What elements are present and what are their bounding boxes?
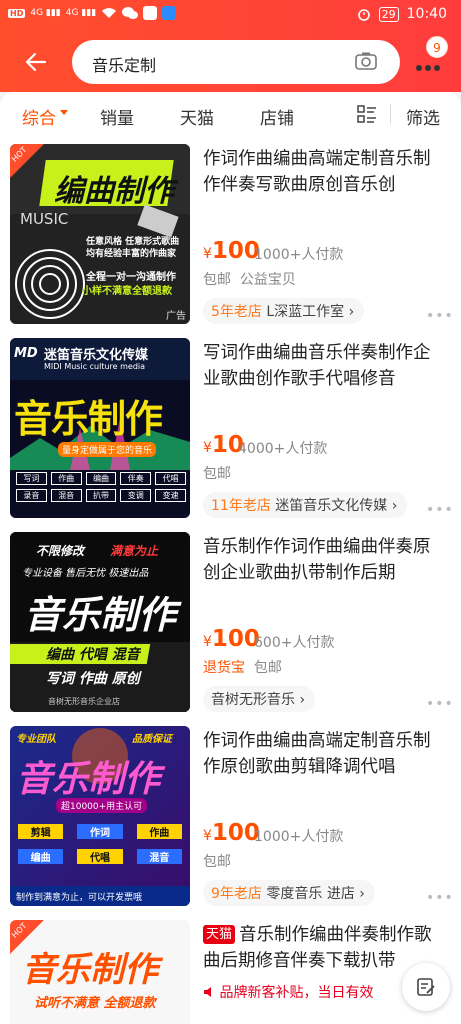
promo-text: 品牌新客补贴，当日有效 <box>203 982 373 1002</box>
product-card[interactable]: 不限修改 满意为止 专业设备 售后无忧 极速出品 音乐制作 编曲 代唱 混音 写… <box>0 526 461 720</box>
more-options-icon[interactable]: ••• <box>426 308 454 324</box>
tab-shops[interactable]: 店铺 <box>260 104 294 129</box>
sort-caret-icon <box>60 110 68 115</box>
more-options-icon[interactable]: ••• <box>426 696 454 712</box>
thumb-title: 编曲制作 <box>54 174 174 209</box>
filter-tabs: 综合 销量 天猫 店铺 筛选 <box>0 92 461 138</box>
thumb-brand-en: MIDI Music culture media <box>44 362 146 371</box>
more-options-icon[interactable]: ••• <box>426 890 454 906</box>
ad-label: 广告 <box>166 311 186 322</box>
product-card[interactable]: 编曲制作 MUSIC 任意风格 任意形式歌曲 均有经验丰富的作曲家 全程一对一沟… <box>0 138 461 332</box>
thumb-line: 均有经验丰富的作曲家 <box>86 249 177 259</box>
product-image[interactable]: 编曲制作 MUSIC 任意风格 任意形式歌曲 均有经验丰富的作曲家 全程一对一沟… <box>10 144 190 324</box>
thumb-title: 音乐制作 <box>24 593 177 637</box>
tab-filter[interactable]: 筛选 <box>406 104 440 129</box>
sales-count: 1000+人付款 <box>254 247 344 263</box>
search-input[interactable]: 音乐定制 <box>92 52 156 76</box>
tab-sales[interactable]: 销量 <box>100 104 134 129</box>
more-menu-icon[interactable] <box>416 56 446 71</box>
shop-link[interactable]: 9年老店 零度音乐 进店 › <box>203 880 375 906</box>
product-image[interactable]: MD 迷笛音乐文化传媒 MIDI Music culture media 音乐制… <box>10 338 190 518</box>
thumb-brand: 迷笛音乐文化传媒 <box>44 348 149 363</box>
tab-divider <box>390 104 391 124</box>
product-price: ¥100 <box>203 820 260 846</box>
thumb-subtitle: 量身定做属于您的音乐 <box>58 442 157 457</box>
thumb-service-grid: 剪辑 作词 作曲 编曲 代唱 混音 <box>18 824 182 864</box>
wifi-icon <box>102 8 117 18</box>
thumb-tag: 专业团队 <box>16 734 56 745</box>
brand-logo: MD <box>14 346 38 361</box>
status-bar: HD 4G ▮▮▮ 4G ▮▮▮ 29 10:40 <box>0 0 461 32</box>
product-image[interactable]: 专业团队 品质保证 音乐制作 超10000+用主认可 剪辑 作词 作曲 编曲 代… <box>10 726 190 906</box>
service-tags: 包邮 <box>203 466 231 482</box>
sales-count: 4000+人付款 <box>238 441 328 457</box>
product-image[interactable]: 不限修改 满意为止 专业设备 售后无忧 极速出品 音乐制作 编曲 代唱 混音 写… <box>10 532 190 712</box>
product-title[interactable]: 作词作曲编曲高端定制音乐制作伴奏写歌曲原创音乐创 <box>203 146 443 198</box>
product-title[interactable]: 音乐制作作词作曲编曲伴奏原创企业歌曲扒带制作后期 <box>203 534 443 586</box>
app-notification-icon <box>143 6 158 20</box>
list-layout-icon[interactable] <box>357 104 377 124</box>
back-arrow-icon[interactable] <box>24 50 48 74</box>
thumb-footer: 制作到满意为止，可以开发票哦 <box>16 893 143 903</box>
product-image[interactable]: 音乐制作 试听不满意 全额退款 HOT <box>10 920 190 1024</box>
service-tags: 包邮 <box>203 854 231 870</box>
battery-indicator: 29 <box>378 6 399 22</box>
hot-corner-badge: HOT <box>10 144 44 178</box>
thumb-line: 写词 作曲 原创 <box>46 671 140 687</box>
product-price: ¥100 <box>203 238 260 264</box>
thumb-badge: 超10000+用主认可 <box>56 798 148 813</box>
thumb-line: 音树无形音乐企业店 <box>48 697 120 706</box>
thumb-title: 音乐制作 <box>14 397 163 441</box>
edit-note-icon <box>417 978 435 996</box>
wechat-icon <box>122 7 139 19</box>
product-card[interactable]: MD 迷笛音乐文化传媒 MIDI Music culture media 音乐制… <box>0 332 461 526</box>
service-tags: 包邮 公益宝贝 <box>203 272 296 288</box>
product-card[interactable]: 音乐制作 试听不满意 全额退款 HOT 天猫 音乐制作编曲伴奏制作歌曲后期修音伴奏… <box>0 914 461 1024</box>
thumb-title: 音乐制作 <box>16 759 161 800</box>
search-bar[interactable]: 音乐定制 <box>72 40 400 84</box>
thumb-line: 小样不满意全额退款 <box>82 286 172 297</box>
feedback-button[interactable] <box>402 963 450 1011</box>
hot-corner-badge: HOT <box>10 920 44 954</box>
product-title[interactable]: 作词作曲编曲高端定制音乐制作原创歌曲剪辑降调代唱 <box>203 728 443 780</box>
speaker-icon <box>204 987 211 997</box>
app-notification-icon-2 <box>162 6 177 20</box>
product-card[interactable]: 专业团队 品质保证 音乐制作 超10000+用主认可 剪辑 作词 作曲 编曲 代… <box>0 720 461 914</box>
tmall-badge: 天猫 <box>203 925 236 944</box>
camera-icon[interactable] <box>354 51 378 71</box>
message-badge: 9 <box>426 36 448 58</box>
product-title[interactable]: 天猫 音乐制作编曲伴奏制作歌曲后期修音伴奏下载扒带 <box>203 922 443 974</box>
thumb-tag: 满意为止 <box>110 544 159 558</box>
service-tags: 退货宝 包邮 <box>203 660 282 676</box>
shop-link[interactable]: 11年老店 迷笛音乐文化传媒 › <box>203 492 408 518</box>
tab-tmall[interactable]: 天猫 <box>180 104 214 129</box>
signal-indicators: HD 4G ▮▮▮ 4G ▮▮▮ <box>8 6 177 20</box>
shop-link[interactable]: 音树无形音乐 › <box>203 686 316 712</box>
tab-comprehensive[interactable]: 综合 <box>22 104 56 129</box>
sales-count: 1000+人付款 <box>254 829 344 845</box>
thumb-tag: 品质保证 <box>132 734 172 745</box>
sales-count: 600+人付款 <box>254 635 335 651</box>
product-title[interactable]: 写词作曲编曲音乐伴奏制作企业歌曲创作歌手代唱修音 <box>203 340 443 392</box>
thumb-service-grid: 写词 作曲 编曲 伴奏 代唱 录音 混音 扒带 变调 变速 <box>16 472 186 502</box>
thumb-tag: 不限修改 <box>36 544 85 558</box>
thumb-line: 专业设备 售后无忧 极速出品 <box>22 568 149 579</box>
shop-link[interactable]: 5年老店 L深蓝工作室 › <box>203 298 365 324</box>
thumb-subtitle: MUSIC <box>20 210 69 228</box>
thumb-line: 编曲 代唱 混音 <box>46 647 140 663</box>
more-options-icon[interactable]: ••• <box>426 502 454 518</box>
clock: 10:40 <box>406 6 447 22</box>
thumb-line: 全程一对一沟通制作 <box>86 272 176 283</box>
product-price: ¥100 <box>203 626 260 652</box>
thumb-subtitle: 试听不满意 全额退款 <box>34 996 156 1011</box>
alarm-icon <box>357 9 370 21</box>
